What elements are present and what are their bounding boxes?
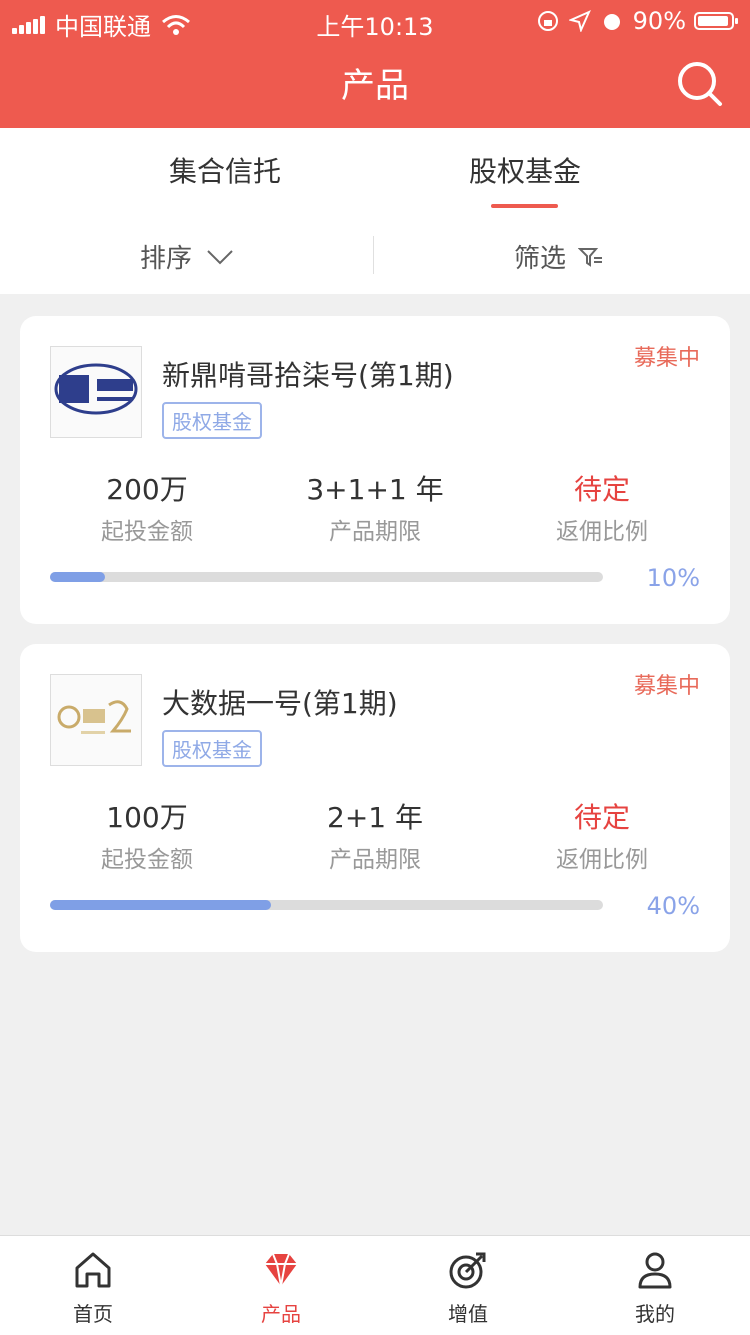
term-stat: 2+1 年 产品期限	[265, 796, 485, 874]
progress-bar	[50, 572, 603, 582]
nav-me-label: 我的	[635, 1302, 675, 1326]
min-amount-value: 200万	[106, 473, 188, 506]
product-card[interactable]: 大数据一号(第1期) 股权基金 募集中 100万 起投金额 2+1 年 产品期限…	[20, 644, 730, 952]
location-icon	[568, 10, 591, 32]
min-amount-value: 100万	[106, 801, 188, 834]
min-amount-label: 起投金额	[101, 519, 193, 545]
sort-label: 排序	[140, 244, 193, 274]
product-tag: 股权基金	[162, 402, 262, 439]
status-bar: 中国联通 上午10:13 90%	[0, 0, 750, 41]
nav-products[interactable]: 产品	[221, 1250, 341, 1327]
home-icon	[75, 1252, 111, 1288]
min-amount-stat: 200万 起投金额	[37, 468, 257, 546]
term-stat: 3+1+1 年 产品期限	[265, 468, 485, 546]
tab-bar: 集合信托 股权基金	[0, 128, 750, 216]
commission-stat: 待定 返佣比例	[492, 796, 712, 874]
term-value: 2+1 年	[327, 801, 423, 834]
nav-value-added-label: 增值	[448, 1302, 488, 1326]
filter-button[interactable]: 筛选	[514, 238, 604, 275]
nav-home-label: 首页	[73, 1302, 113, 1326]
commission-value: 待定	[573, 473, 630, 506]
commission-value: 待定	[573, 801, 630, 834]
bottom-nav: 首页 产品 增值 我的	[0, 1235, 750, 1335]
search-icon[interactable]	[676, 60, 724, 108]
commission-stat: 待定 返佣比例	[492, 468, 712, 546]
term-label: 产品期限	[329, 519, 421, 545]
product-card[interactable]: 新鼎啃哥拾柒号(第1期) 股权基金 募集中 200万 起投金额 3+1+1 年 …	[20, 316, 730, 624]
target-icon	[449, 1252, 486, 1289]
battery-percent: 90%	[632, 7, 686, 35]
product-name: 大数据一号(第1期)	[162, 687, 398, 720]
commission-label: 返佣比例	[556, 519, 648, 545]
tab-collective-trust[interactable]: 集合信托	[125, 150, 325, 190]
nav-value-added[interactable]: 增值	[408, 1250, 528, 1327]
min-amount-label: 起投金额	[101, 847, 193, 873]
filter-label: 筛选	[514, 244, 567, 274]
sort-button[interactable]: 排序	[140, 238, 234, 275]
progress-percent: 40%	[646, 892, 700, 920]
term-value: 3+1+1 年	[306, 473, 444, 506]
filter-icon	[578, 247, 603, 267]
rotation-lock-icon	[537, 11, 558, 31]
product-tag: 股权基金	[162, 730, 262, 767]
progress-percent: 10%	[646, 564, 700, 592]
status-badge: 募集中	[633, 346, 700, 371]
product-name: 新鼎啃哥拾柒号(第1期)	[162, 359, 454, 392]
nav-products-label: 产品	[261, 1302, 301, 1326]
app-header: 中国联通 上午10:13 90% 产品	[0, 0, 750, 128]
page-title: 产品	[341, 66, 409, 106]
diamond-icon	[265, 1253, 297, 1287]
term-label: 产品期限	[329, 847, 421, 873]
status-badge: 募集中	[633, 674, 700, 699]
alarm-icon	[603, 14, 620, 30]
nav-me[interactable]: 我的	[595, 1250, 715, 1327]
nav-home[interactable]: 首页	[33, 1250, 153, 1327]
user-icon	[638, 1252, 672, 1289]
progress-bar	[50, 900, 603, 910]
product-logo	[50, 346, 142, 438]
min-amount-stat: 100万 起投金额	[37, 796, 257, 874]
tab-equity-fund[interactable]: 股权基金	[425, 150, 625, 190]
filter-divider	[373, 236, 374, 274]
progress-fill	[50, 572, 106, 582]
progress-fill	[50, 900, 272, 910]
commission-label: 返佣比例	[556, 847, 648, 873]
filter-bar: 排序 筛选	[0, 216, 750, 294]
active-tab-indicator	[491, 204, 558, 208]
chevron-down-icon	[207, 249, 233, 264]
product-logo	[50, 674, 142, 766]
battery-icon	[694, 12, 738, 30]
